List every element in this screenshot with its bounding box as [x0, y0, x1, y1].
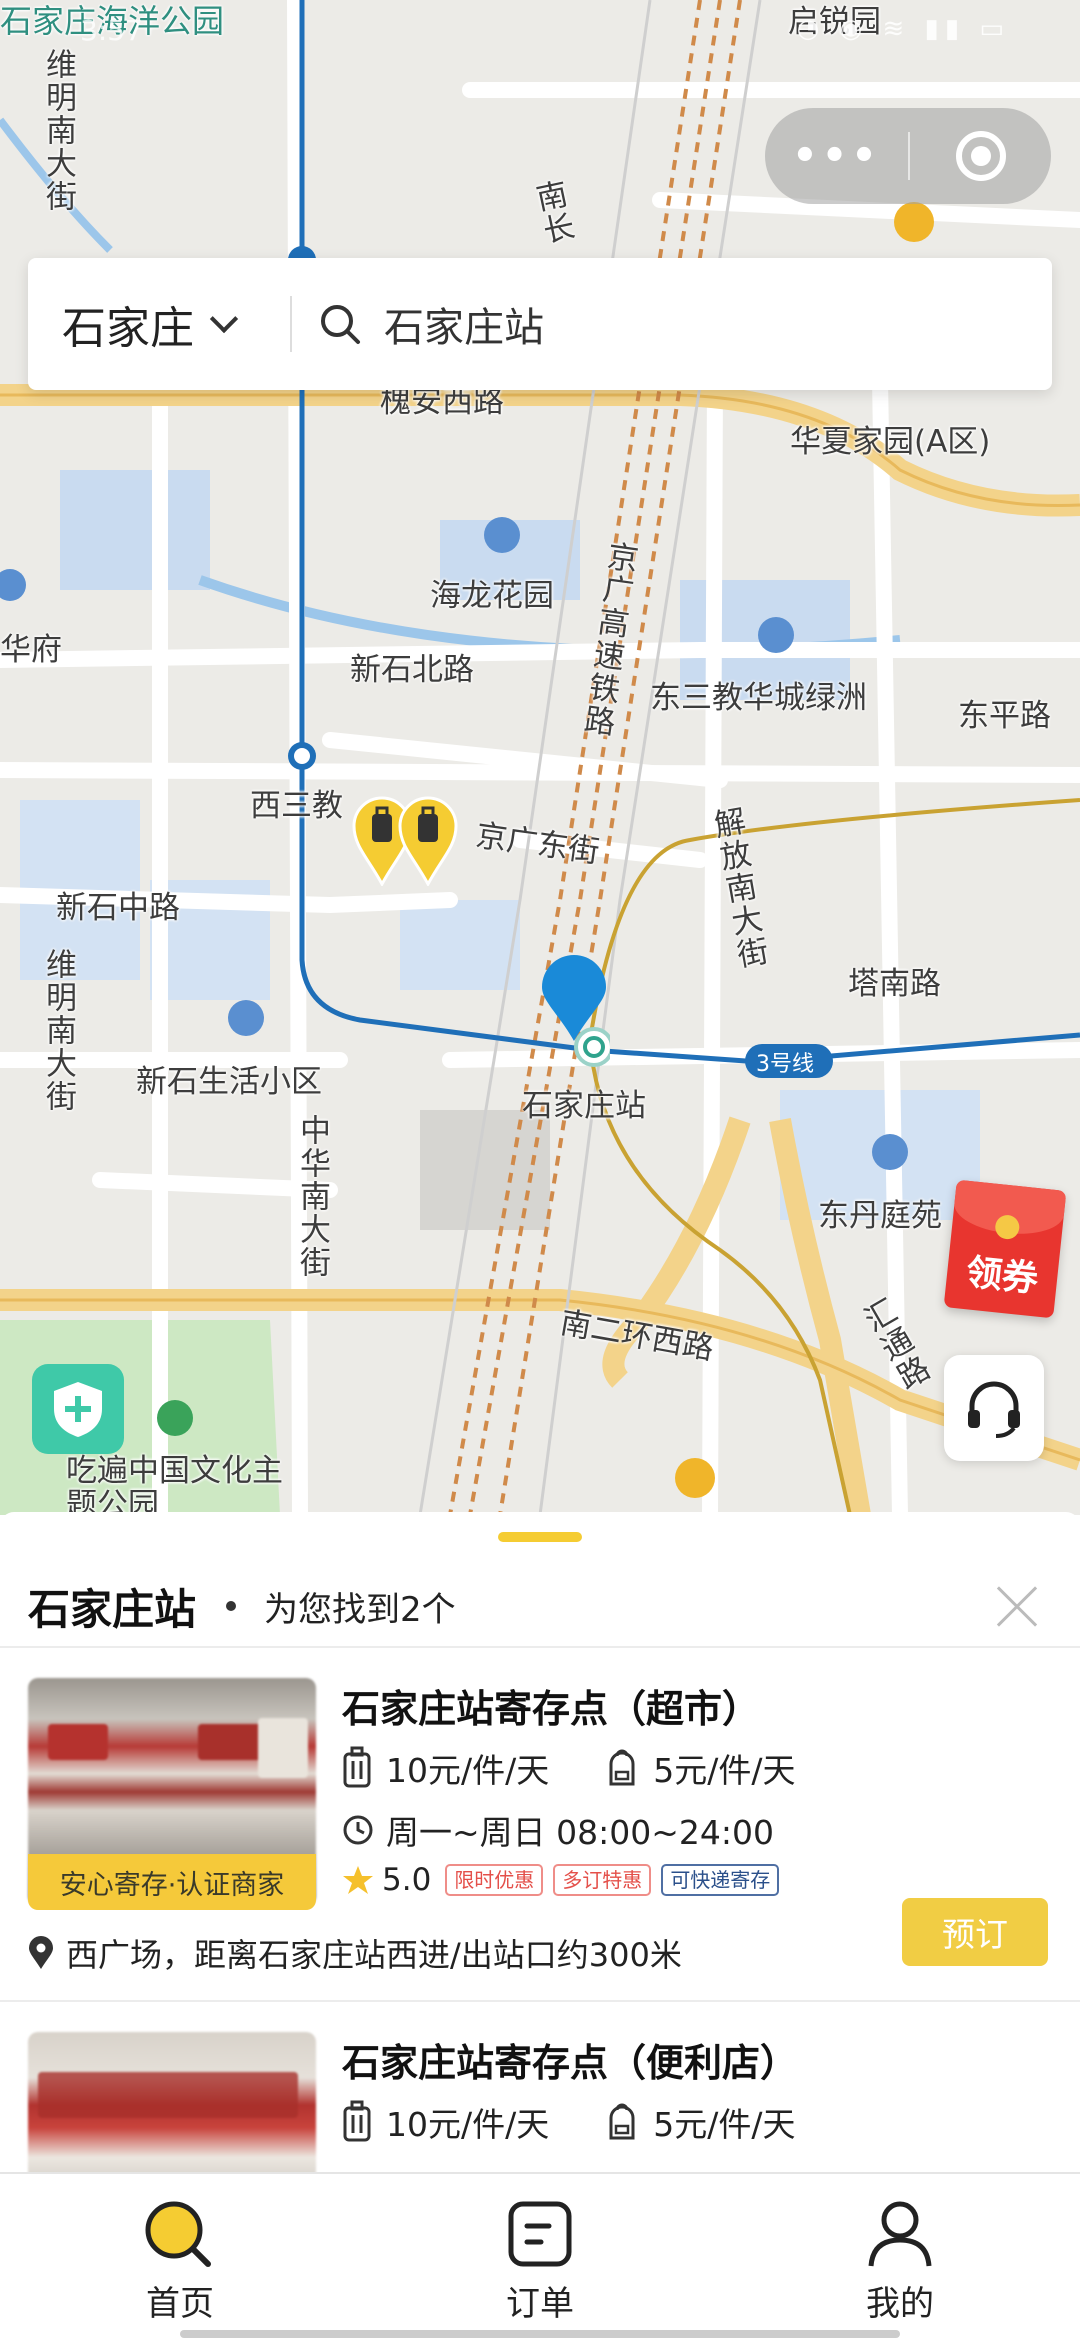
search-bar: 石家庄 石家庄站	[28, 258, 1052, 390]
home-indicator	[180, 2330, 900, 2338]
metro-line3-badge: 3号线	[756, 1052, 814, 1077]
opening-hours: 周一~周日 08:00~24:00	[342, 1806, 774, 1854]
storage-pin-icon[interactable]	[398, 796, 458, 886]
map-label-huafu: 华府	[0, 632, 62, 668]
map-label-eat-park: 吃遍中国文化主题公园	[66, 1453, 283, 1515]
tab-label: 我的	[866, 2284, 934, 2324]
tab-orders[interactable]: 订单	[360, 2174, 720, 2340]
city-name: 石家庄	[62, 303, 194, 354]
suitcase-icon	[343, 1746, 371, 1788]
user-icon	[868, 2201, 932, 2267]
rating-row: 5.0 限时优惠 多订特惠 可快递寄存	[342, 1862, 789, 1898]
customer-service-button[interactable]	[944, 1355, 1044, 1461]
map-label-tanan: 塔南路	[848, 966, 941, 1002]
status-icons: ◔ ◉ ≋ ▮▮ ▭	[796, 14, 1010, 44]
search-icon	[321, 305, 360, 344]
address-text: 西广场，距离石家庄站西进/出站口约300米	[66, 1936, 682, 1974]
order-icon	[508, 2201, 572, 2267]
map-label-zhonghua: 中华南大街	[294, 1114, 330, 1279]
book-button[interactable]: 预订	[902, 1898, 1048, 1966]
search-input[interactable]: 石家庄站	[292, 295, 544, 353]
headset-icon	[968, 1381, 1020, 1438]
map-label-xisanjiao: 西三教	[250, 788, 343, 824]
rating-score: 5.0	[382, 1862, 432, 1898]
clock-icon	[343, 1815, 373, 1845]
coupon-button[interactable]: 领券	[943, 1179, 1067, 1319]
tab-label: 订单	[506, 2284, 574, 2324]
city-selector[interactable]: 石家庄	[28, 292, 290, 356]
result-count: 为您找到2个	[264, 1589, 456, 1630]
map-label-xinshi-north: 新石北路	[350, 652, 474, 688]
coupon-seal-icon	[994, 1213, 1021, 1241]
address-row: 西广场，距离石家庄站西进/出站口约300米	[28, 1930, 682, 1976]
map-label-station: 石家庄站	[522, 1088, 646, 1124]
close-target-icon[interactable]	[910, 131, 1051, 181]
price-large-item: 10元/件/天	[386, 2105, 550, 2144]
tag-express-storage: 可快递寄存	[661, 1864, 780, 1896]
tab-home[interactable]: 首页	[0, 2174, 360, 2340]
certified-merchant-badge: 安心寄存·认证商家	[28, 1854, 316, 1910]
sheet-title: 石家庄站	[28, 1584, 197, 1634]
backpack-icon	[609, 1749, 635, 1786]
suitcase-icon	[343, 2100, 371, 2142]
price-row: 10元/件/天 5元/件/天	[342, 2098, 851, 2146]
status-time: 3:57	[80, 14, 143, 47]
map-label-hailong: 海龙花园	[430, 578, 554, 614]
status-bar: 3:57 ◔ ◉ ≋ ▮▮ ▭	[0, 0, 1080, 52]
price-small-item: 5元/件/天	[653, 2105, 796, 2144]
shield-plus-icon	[54, 1382, 102, 1437]
map-label-huaxia: 华夏家园(A区)	[790, 424, 991, 460]
price-small-item: 5元/件/天	[653, 1751, 796, 1790]
map-label-weiming-north: 维明南大街	[40, 48, 76, 213]
tab-bar: 首页 订单 我的	[0, 2172, 1080, 2340]
price-large-item: 10元/件/天	[386, 1751, 550, 1790]
storage-photo	[28, 2032, 316, 2172]
price-row: 10元/件/天 5元/件/天	[342, 1744, 851, 1792]
map-view[interactable]: 石家庄海洋公园 启锐园 维明南大街 南长 槐安西路 华夏家园(A区) 海龙花园 …	[0, 0, 1080, 1515]
sheet-handle[interactable]	[498, 1532, 582, 1542]
results-sheet: 石家庄站 为您找到2个 安心寄存·认证商家 石家庄站寄存点（超市） 10元/件/…	[0, 1512, 1080, 2172]
tag-multi-order: 多订特惠	[553, 1864, 652, 1896]
star-icon	[343, 1866, 373, 1894]
map-label-dongdan: 东丹庭苑	[818, 1198, 942, 1234]
map-label-xinshi-mid: 新石中路	[56, 890, 180, 926]
separator-dot	[226, 1601, 237, 1611]
tag-limited-offer: 限时优惠	[445, 1864, 544, 1896]
search-query: 石家庄站	[384, 305, 544, 351]
tab-label: 首页	[146, 2284, 214, 2324]
close-icon[interactable]	[982, 1572, 1052, 1642]
miniprogram-capsule: •••	[765, 108, 1051, 204]
location-icon	[29, 1936, 53, 1969]
map-label-xinshi-life: 新石生活小区	[136, 1064, 322, 1100]
coupon-label: 领券	[964, 1252, 1041, 1301]
storage-name: 石家庄站寄存点（便利店）	[342, 2041, 799, 2085]
map-label-dongping: 东平路	[958, 698, 1051, 734]
sheet-header: 石家庄站 为您找到2个	[28, 1566, 1052, 1646]
storage-card[interactable]: 石家庄站寄存点（便利店） 10元/件/天 5元/件/天	[0, 2002, 1080, 2172]
hours-text: 周一~周日 08:00~24:00	[386, 1813, 774, 1852]
backpack-icon	[609, 2103, 635, 2140]
chevron-down-icon	[209, 304, 239, 334]
safety-shield-button[interactable]	[32, 1364, 124, 1454]
storage-card[interactable]: 安心寄存·认证商家 石家庄站寄存点（超市） 10元/件/天 5元/件/天 周一~…	[0, 1648, 1080, 2000]
map-label-dongsanjiao: 东三教华城绿洲	[650, 680, 867, 716]
map-label-weiming-south: 维明南大街	[40, 948, 76, 1113]
more-icon[interactable]: •••	[765, 133, 908, 179]
search-home-icon	[145, 2201, 211, 2267]
tab-profile[interactable]: 我的	[720, 2174, 1080, 2340]
location-pin-icon	[542, 955, 610, 1067]
storage-name: 石家庄站寄存点（超市）	[342, 1687, 761, 1731]
